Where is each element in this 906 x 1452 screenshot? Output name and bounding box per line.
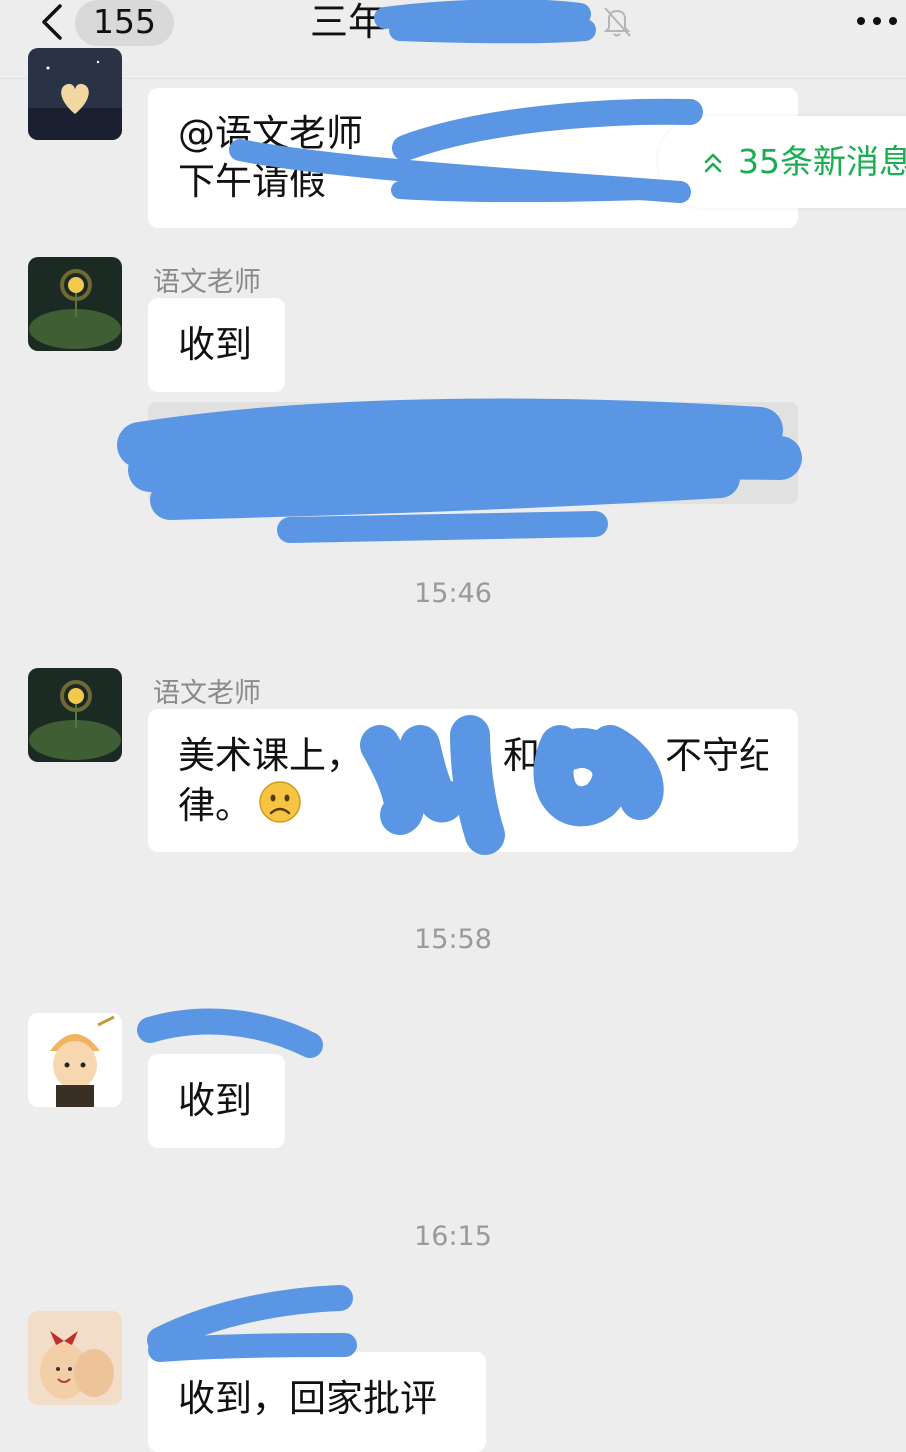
timestamp: 15:46 — [414, 578, 492, 609]
message-text: 收到，回家批评 — [178, 1377, 437, 1420]
message-bubble[interactable]: 收到 — [148, 298, 285, 392]
more-dots-icon[interactable] — [853, 8, 901, 34]
message-text: 美术课上， 和 不守纪 — [178, 732, 768, 780]
message-text-part: 美术课上， — [178, 734, 363, 777]
new-messages-label: 35条新消息 — [738, 142, 906, 181]
quoted-message[interactable] — [148, 402, 798, 504]
double-chevron-up-icon — [704, 153, 722, 173]
avatar[interactable] — [28, 668, 122, 762]
message-text-part: 和 — [503, 734, 540, 777]
message-text-part: 律。 — [178, 784, 252, 827]
avatar[interactable] — [28, 257, 122, 351]
message-bubble[interactable]: 收到，回家批评 — [148, 1352, 486, 1452]
new-messages-button[interactable]: 35条新消息 — [658, 116, 906, 208]
sender-name: 语文老师 — [153, 678, 261, 709]
avatar[interactable] — [28, 1013, 122, 1107]
timestamp: 16:15 — [414, 1221, 492, 1252]
sender-name: 语文老师 — [153, 267, 261, 298]
chat-title[interactable]: 三年 — [310, 0, 386, 44]
chat-header: 155 三年 — [0, 0, 906, 79]
timestamp: 15:58 — [414, 924, 492, 955]
mute-bell-icon — [603, 7, 631, 37]
back-chevron-icon[interactable] — [34, 2, 74, 42]
frown-emoji-icon — [259, 781, 301, 823]
avatar[interactable] — [28, 48, 122, 140]
message-text: 律。 — [178, 780, 768, 830]
message-text: 收到 — [178, 1079, 252, 1122]
message-bubble[interactable]: 美术课上， 和 不守纪 律。 — [148, 709, 798, 852]
avatar[interactable] — [28, 1311, 122, 1405]
message-text: 收到 — [178, 323, 252, 366]
message-text-part: 不守纪 — [665, 734, 768, 777]
message-bubble[interactable]: 收到 — [148, 1054, 285, 1148]
unread-count-badge[interactable]: 155 — [75, 0, 174, 46]
